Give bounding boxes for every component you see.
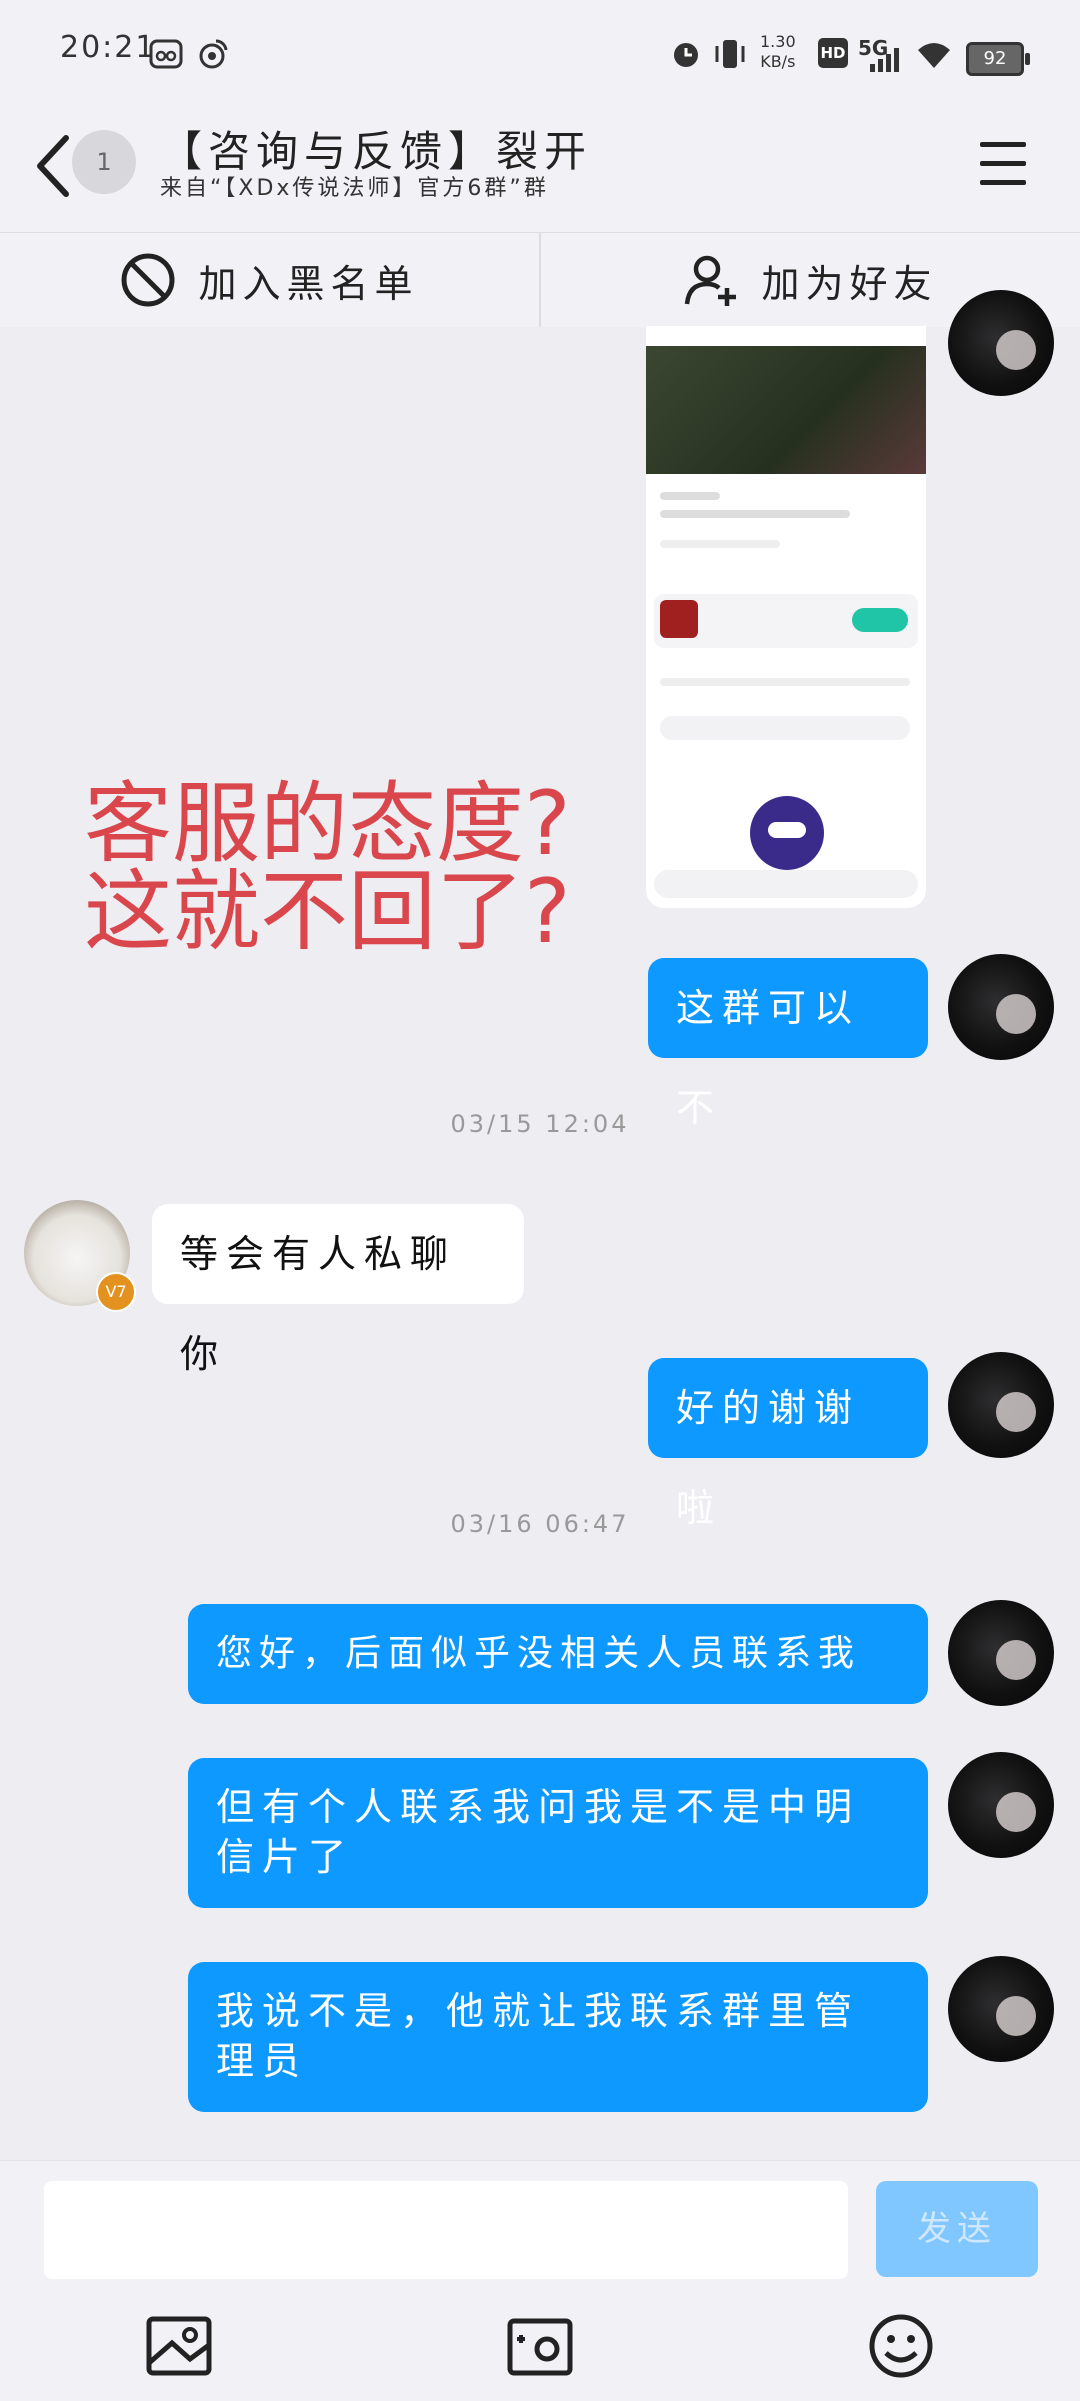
- message-bubble-other[interactable]: 等会有人私聊你: [152, 1204, 524, 1376]
- overlay-text: 客服的态度? 这就不回了?: [84, 780, 571, 956]
- signal-icon: [870, 48, 899, 72]
- camera-icon[interactable]: [505, 2313, 575, 2379]
- speed-unit: KB/s: [760, 52, 796, 71]
- hd-icon: HD: [818, 38, 848, 68]
- status-bar: 20:21 1.30 KB/s HD 5G 92: [0, 0, 1080, 100]
- chat-subtitle: 来自“【XDx传说法师】官方6群”群: [160, 176, 549, 201]
- status-time: 20:21: [60, 30, 157, 65]
- text-placeholder: [660, 492, 720, 500]
- battery-indicator: 92: [966, 42, 1030, 76]
- add-user-icon: [685, 255, 737, 306]
- composer: 发送: [0, 2160, 1080, 2401]
- comment-placeholder: [660, 716, 910, 740]
- block-icon: [121, 253, 175, 307]
- vibrate-icon: [715, 40, 745, 68]
- bottom-bar-placeholder: [654, 870, 918, 898]
- message-input[interactable]: [44, 2181, 848, 2279]
- game-preview: [646, 346, 926, 474]
- emoji-icon[interactable]: [866, 2313, 936, 2379]
- message-bubble-me[interactable]: 但有个人联系我问我是不是中明信片了: [188, 1758, 928, 1908]
- message-bubble-me[interactable]: 这群可以不: [648, 958, 928, 1130]
- text-placeholder: [660, 510, 850, 518]
- timestamp: 03/16 06:47: [450, 1510, 630, 1538]
- hamburger-menu-icon[interactable]: [980, 142, 1026, 186]
- weibo-notification-icon: [199, 39, 228, 69]
- speed-value: 1.30: [760, 32, 796, 51]
- tab-placeholder: [660, 678, 910, 686]
- image-icon[interactable]: [144, 2313, 214, 2379]
- app-notification-icon: [149, 39, 183, 69]
- my-avatar[interactable]: [948, 1956, 1054, 2062]
- app-card-button: [852, 608, 908, 632]
- add-friend-label: 加为好友: [761, 261, 938, 306]
- wifi-icon: [918, 43, 950, 68]
- send-button[interactable]: 发送: [876, 2181, 1038, 2277]
- timestamp: 03/15 12:04: [450, 1110, 630, 1138]
- blacklist-button[interactable]: 加入黑名单: [0, 233, 539, 327]
- level-badge: V7: [96, 1272, 136, 1312]
- app-icon: [660, 600, 698, 638]
- group-avatar[interactable]: 1: [72, 130, 136, 194]
- my-avatar[interactable]: [948, 290, 1054, 396]
- shared-screenshot-image[interactable]: [646, 326, 926, 908]
- chat-header: 1 【咨询与反馈】裂开 来自“【XDx传说法师】官方6群”群: [0, 100, 1080, 232]
- blacklist-label: 加入黑名单: [198, 261, 419, 306]
- alarm-icon: [674, 43, 698, 67]
- mascot-icon: [750, 796, 824, 870]
- tag-placeholder: [660, 540, 780, 548]
- message-bubble-me[interactable]: 好的谢谢啦: [648, 1358, 928, 1530]
- action-bar: 加入黑名单 加为好友: [0, 232, 1080, 327]
- message-bubble-me[interactable]: 我说不是，他就让我联系群里管理员: [188, 1962, 928, 2112]
- overlay-line-2: 这就不回了?: [84, 860, 571, 963]
- overlay-line-1: 客服的态度?: [84, 772, 571, 875]
- my-avatar[interactable]: [948, 954, 1054, 1060]
- message-bubble-me[interactable]: 您好，后面似乎没相关人员联系我: [188, 1604, 928, 1704]
- network-speed: 1.30 KB/s: [760, 32, 796, 72]
- my-avatar[interactable]: [948, 1600, 1054, 1706]
- my-avatar[interactable]: [948, 1752, 1054, 1858]
- my-avatar[interactable]: [948, 1352, 1054, 1458]
